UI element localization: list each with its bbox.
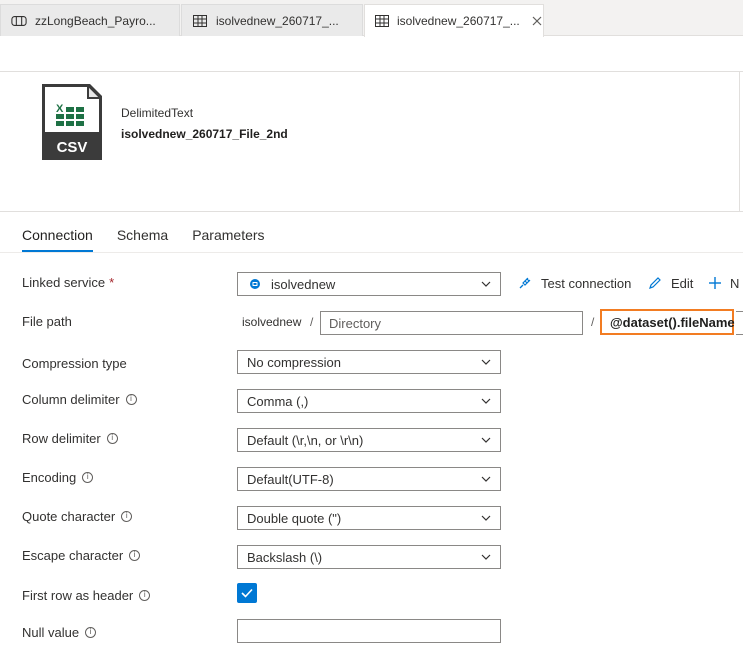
escape-character-label-text: Escape character — [22, 547, 124, 563]
row-delimiter-value: Default (\r,\n, or \r\n) — [247, 432, 364, 448]
section-tabs: Connection Schema Parameters — [22, 226, 289, 252]
close-icon[interactable] — [532, 14, 543, 28]
info-icon[interactable]: i — [106, 432, 118, 444]
new-button[interactable]: N — [708, 273, 739, 293]
plug-icon — [519, 277, 531, 289]
pipeline-icon — [11, 14, 27, 28]
info-icon[interactable]: i — [125, 393, 137, 405]
row-delimiter-label-text: Row delimiter — [22, 430, 101, 446]
encoding-label-text: Encoding — [22, 469, 77, 485]
escape-character-value: Backslash (\) — [247, 549, 323, 565]
quote-character-select[interactable]: Double quote (") — [237, 506, 501, 530]
file-path-label: File path — [22, 313, 72, 329]
quote-character-label-text: Quote character — [22, 508, 116, 524]
chevron-down-icon — [480, 512, 492, 524]
chevron-down-icon — [480, 551, 492, 563]
null-value-input[interactable] — [237, 619, 501, 643]
tab-connection[interactable]: Connection — [22, 226, 93, 252]
column-delimiter-select[interactable]: Comma (,) — [237, 389, 501, 413]
linked-service-label: Linked service * — [22, 272, 114, 292]
tab-label: zzLongBeach_Payro... — [35, 13, 156, 28]
column-delimiter-value: Comma (,) — [247, 393, 309, 409]
tab-pipeline[interactable]: zzLongBeach_Payro... — [0, 4, 180, 36]
pencil-icon — [649, 277, 661, 289]
path-separator: / — [591, 315, 595, 329]
row-delimiter-label: Row delimiter i — [22, 428, 118, 448]
dataset-name: isolvednew_260717_File_2nd — [121, 127, 288, 141]
table-icon — [375, 14, 389, 28]
tabs-divider — [0, 252, 743, 253]
chevron-down-icon — [480, 278, 492, 290]
test-connection-button[interactable]: Test connection — [517, 273, 631, 293]
checkmark-icon — [241, 588, 253, 598]
info-icon[interactable]: i — [129, 549, 141, 561]
directory-input[interactable]: Directory — [320, 311, 583, 335]
quote-character-value: Double quote (") — [247, 510, 342, 526]
file-name-input[interactable]: @dataset().fileName — [600, 309, 735, 335]
null-value-label-text: Null value — [22, 624, 80, 640]
linked-service-label-text: Linked service — [22, 274, 106, 290]
chevron-down-icon — [480, 395, 492, 407]
chevron-down-icon — [480, 356, 492, 368]
linked-service-icon — [249, 278, 261, 290]
test-connection-label: Test connection — [541, 275, 632, 291]
path-separator: / — [310, 315, 314, 329]
chevron-down-icon — [480, 434, 492, 446]
new-label: N — [730, 275, 740, 291]
escape-character-select[interactable]: Backslash (\) — [237, 545, 501, 569]
required-marker: * — [109, 274, 115, 290]
linked-service-value: isolvednew — [271, 276, 336, 292]
table-icon — [192, 14, 208, 28]
column-delimiter-label-text: Column delimiter — [22, 391, 120, 407]
header-divider — [0, 211, 743, 212]
encoding-select[interactable]: Default(UTF-8) — [237, 467, 501, 491]
compression-type-label: Compression type — [22, 355, 127, 371]
file-tab-strip: zzLongBeach_Payro... isolvednew_260717_.… — [0, 0, 743, 37]
compression-type-select[interactable]: No compression — [237, 350, 501, 374]
chevron-down-icon — [480, 473, 492, 485]
escape-character-label: Escape character i — [22, 545, 141, 565]
info-icon[interactable]: i — [85, 626, 97, 638]
edit-button[interactable]: Edit — [647, 273, 693, 293]
first-row-header-label: First row as header i — [22, 585, 151, 605]
csv-file-icon: X CSV — [40, 82, 104, 162]
tab-label: isolvednew_260717_... — [397, 14, 520, 28]
tab-dataset-2[interactable]: isolvednew_260717_... — [364, 4, 544, 37]
first-row-header-checkbox[interactable] — [237, 583, 257, 603]
info-icon[interactable]: i — [82, 471, 94, 483]
null-value-label: Null value i — [22, 622, 97, 642]
input-overflow-edge — [736, 311, 743, 335]
dataset-type: DelimitedText — [121, 106, 194, 120]
edit-label: Edit — [671, 275, 694, 291]
compression-type-value: No compression — [247, 354, 341, 370]
csv-icon-text: CSV — [57, 139, 88, 156]
tab-parameters[interactable]: Parameters — [192, 226, 264, 252]
toolbar-divider — [0, 71, 743, 72]
info-icon[interactable]: i — [121, 510, 133, 522]
plus-icon — [709, 277, 721, 289]
tab-schema[interactable]: Schema — [117, 226, 168, 252]
linked-service-select[interactable]: isolvednew — [237, 272, 501, 296]
tab-label: isolvednew_260717_... — [216, 13, 339, 28]
encoding-value: Default(UTF-8) — [247, 471, 334, 487]
first-row-header-label-text: First row as header — [22, 587, 134, 603]
file-name-value: @dataset().fileName — [610, 314, 735, 330]
encoding-label: Encoding i — [22, 467, 94, 487]
info-icon[interactable]: i — [139, 589, 151, 601]
column-delimiter-label: Column delimiter i — [22, 389, 137, 409]
directory-placeholder: Directory — [329, 315, 382, 331]
tab-dataset-1[interactable]: isolvednew_260717_... — [181, 4, 363, 36]
panel-divider — [739, 72, 740, 212]
svg-text:X: X — [56, 103, 64, 115]
file-path-container: isolvednew — [242, 315, 302, 329]
row-delimiter-select[interactable]: Default (\r,\n, or \r\n) — [237, 428, 501, 452]
quote-character-label: Quote character i — [22, 506, 133, 526]
